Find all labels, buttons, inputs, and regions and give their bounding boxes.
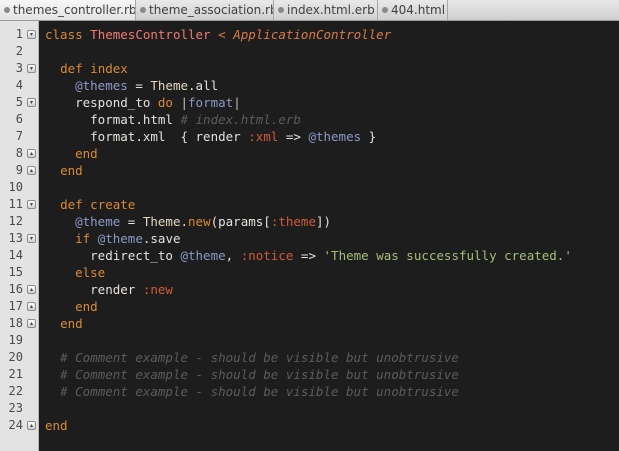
line-number: 23 xyxy=(8,401,23,415)
line-number: 19 xyxy=(8,333,23,347)
code-line[interactable]: end xyxy=(45,162,83,179)
fold-close-icon[interactable]: ▴ xyxy=(27,421,36,430)
tab-bar: themes_controller.rb theme_association.r… xyxy=(0,0,619,21)
fold-open-icon[interactable]: ▾ xyxy=(27,200,36,209)
tab-index-html-erb[interactable]: index.html.erb xyxy=(274,0,378,20)
code-line[interactable]: end xyxy=(45,315,83,332)
tab-themes-controller[interactable]: themes_controller.rb xyxy=(0,0,136,20)
code-comment-line[interactable]: # Comment example - should be visible bu… xyxy=(45,366,459,383)
line-number: 13 xyxy=(8,231,23,245)
tab-label: 404.html xyxy=(391,3,446,17)
line-number: 24 xyxy=(8,418,23,432)
fold-close-icon[interactable]: ▴ xyxy=(27,302,36,311)
code-line[interactable]: end xyxy=(45,417,68,434)
fold-open-icon[interactable]: ▾ xyxy=(27,234,36,243)
line-number: 10 xyxy=(8,180,23,194)
code-line[interactable]: format.xml { render :xml => @themes } xyxy=(45,128,376,145)
code-line[interactable]: @theme = Theme.new(params[:theme]) xyxy=(45,213,331,230)
line-number: 12 xyxy=(8,214,23,228)
line-number: 14 xyxy=(8,248,23,262)
code-line[interactable]: def index xyxy=(45,60,128,77)
code-line[interactable]: def create xyxy=(45,196,135,213)
fold-open-icon[interactable]: ▾ xyxy=(27,98,36,107)
code-line[interactable]: render :new xyxy=(45,281,173,298)
line-number: 20 xyxy=(8,350,23,364)
tab-icon xyxy=(278,7,284,13)
code-line[interactable]: respond_to do |format| xyxy=(45,94,241,111)
line-number: 9 xyxy=(15,163,23,177)
tab-icon xyxy=(382,7,388,13)
code-editor[interactable]: class ThemesController < ApplicationCont… xyxy=(39,21,619,451)
fold-close-icon[interactable]: ▴ xyxy=(27,149,36,158)
fold-close-icon[interactable]: ▴ xyxy=(27,285,36,294)
line-number: 21 xyxy=(8,367,23,381)
line-number: 18 xyxy=(8,316,23,330)
line-number: 7 xyxy=(15,129,23,143)
code-line[interactable]: end xyxy=(45,145,98,162)
line-number: 17 xyxy=(8,299,23,313)
fold-close-icon[interactable]: ▴ xyxy=(27,319,36,328)
tab-label: themes_controller.rb xyxy=(13,3,136,17)
line-number: 2 xyxy=(15,44,23,58)
tab-404-html[interactable]: 404.html xyxy=(378,0,448,20)
line-number-gutter: 1 2 3 4 5 6 7 8 9 10 11 12 13 14 15 16 1… xyxy=(0,21,39,451)
code-line[interactable]: if @theme.save xyxy=(45,230,180,247)
line-number: 4 xyxy=(15,78,23,92)
line-number: 16 xyxy=(8,282,23,296)
code-comment-line[interactable]: # Comment example - should be visible bu… xyxy=(45,383,459,400)
code-line[interactable]: redirect_to @theme, :notice => 'Theme wa… xyxy=(45,247,572,264)
code-line[interactable]: format.html # index.html.erb xyxy=(45,111,301,128)
line-number: 6 xyxy=(15,112,23,126)
fold-open-icon[interactable]: ▾ xyxy=(27,30,36,39)
code-line[interactable]: end xyxy=(45,298,98,315)
code-line[interactable]: class ThemesController < ApplicationCont… xyxy=(45,26,391,43)
line-number: 22 xyxy=(8,384,23,398)
tab-label: theme_association.rb xyxy=(149,3,274,17)
line-number: 1 xyxy=(15,27,23,41)
line-number: 11 xyxy=(8,197,23,211)
tab-icon xyxy=(4,7,10,13)
tab-label: index.html.erb xyxy=(287,3,375,17)
line-number: 5 xyxy=(15,95,23,109)
fold-close-icon[interactable]: ▴ xyxy=(27,166,36,175)
line-number: 3 xyxy=(15,61,23,75)
code-comment-line[interactable]: # Comment example - should be visible bu… xyxy=(45,349,459,366)
fold-open-icon[interactable]: ▾ xyxy=(27,64,36,73)
line-number: 8 xyxy=(15,146,23,160)
code-line[interactable]: @themes = Theme.all xyxy=(45,77,218,94)
code-line[interactable]: else xyxy=(45,264,105,281)
line-number: 15 xyxy=(8,265,23,279)
tab-icon xyxy=(140,7,146,13)
tab-theme-association[interactable]: theme_association.rb xyxy=(136,0,274,20)
